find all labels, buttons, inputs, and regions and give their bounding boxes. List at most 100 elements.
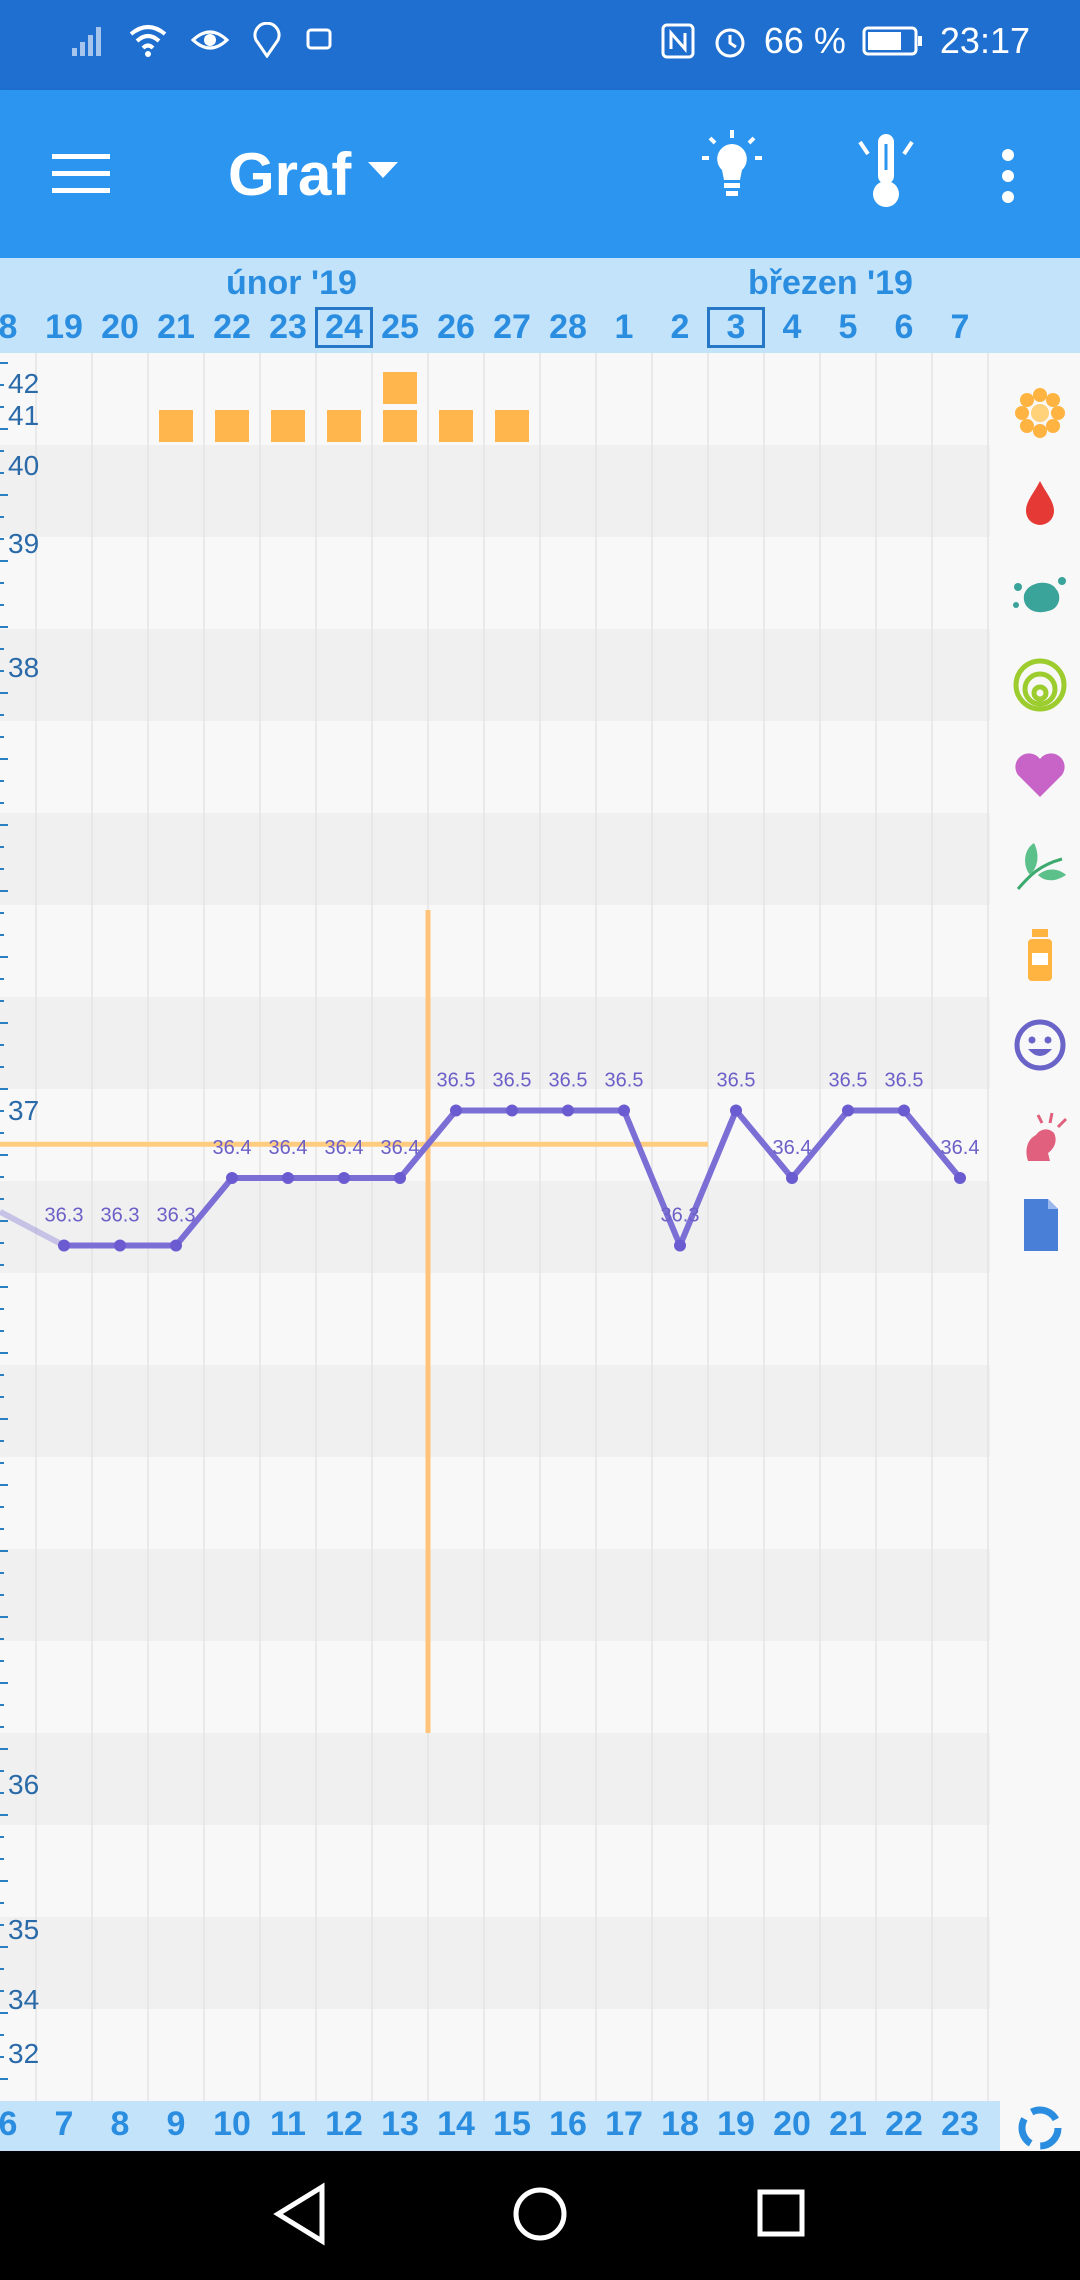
temperature-point[interactable] — [506, 1104, 518, 1117]
nfc-icon — [661, 23, 695, 59]
cycle-ring-icon[interactable] — [1010, 2098, 1070, 2158]
temperature-point[interactable] — [842, 1104, 854, 1117]
calendar-day-19[interactable]: 19 — [36, 308, 92, 347]
cycle-day-label: 7 — [54, 2105, 74, 2143]
temperature-value-label: 36.4 — [941, 1137, 980, 1159]
y-axis-label: 38 — [8, 652, 39, 683]
temperature-point[interactable] — [562, 1104, 574, 1117]
period-mark[interactable] — [439, 410, 473, 442]
temperature-chart[interactable]: 4241 40 39 38 37 36 35 34 32 36.3 36.3 36.3 36.4 36.4… — [0, 353, 1000, 2101]
cycle-day-label: 15 — [493, 2105, 531, 2143]
temperature-point[interactable] — [58, 1239, 70, 1252]
alarm-icon — [715, 28, 745, 58]
temperature-point[interactable] — [954, 1172, 966, 1184]
temperature-point[interactable] — [898, 1104, 910, 1117]
temperature-point[interactable] — [114, 1239, 126, 1252]
temperature-point[interactable] — [730, 1104, 742, 1117]
calendar-day-21[interactable]: 21 — [148, 308, 204, 347]
y-axis-label: 42 — [8, 368, 39, 399]
home-icon[interactable] — [510, 2181, 570, 2247]
calendar-day-25[interactable]: 25 — [372, 308, 428, 347]
temperature-value-label: 36.5 — [829, 1070, 868, 1092]
period-mark[interactable] — [215, 410, 249, 442]
cervix-icon[interactable] — [1010, 655, 1070, 715]
splash-icon[interactable] — [1010, 565, 1070, 625]
calendar-day-20[interactable]: 20 — [92, 308, 148, 347]
period-mark[interactable] — [383, 410, 417, 442]
period-mark[interactable] — [327, 410, 361, 442]
view-title[interactable]: Graf — [228, 140, 351, 209]
leaf-icon[interactable] — [1010, 835, 1070, 895]
y-axis-label: 39 — [8, 528, 39, 559]
cycle-day-label: 11 — [270, 2105, 306, 2143]
temperature-value-label: 36.5 — [885, 1070, 924, 1092]
cycle-day-label: 23 — [941, 2105, 979, 2143]
medication-bottle-icon[interactable] — [1010, 925, 1070, 985]
thermometer-icon[interactable] — [858, 130, 914, 210]
calendar-day-2[interactable]: 2 — [652, 308, 708, 347]
y-axis-label: 34 — [8, 1984, 39, 2015]
y-axis-label: 40 — [8, 450, 39, 481]
heart-icon[interactable] — [1010, 745, 1070, 805]
location-face-icon — [253, 22, 281, 58]
temperature-point[interactable] — [674, 1239, 686, 1252]
cycle-day-label: 12 — [325, 2105, 363, 2143]
y-axis-label: 41 — [8, 400, 39, 431]
calendar-day-1[interactable]: 1 — [596, 308, 652, 347]
hamburger-menu-icon[interactable] — [52, 150, 114, 198]
cycle-day-label: 13 — [381, 2105, 419, 2143]
calendar-day-4[interactable]: 4 — [764, 308, 820, 347]
temperature-value-label: 36.4 — [773, 1137, 812, 1159]
month-label-feb: únor '19 — [226, 264, 357, 302]
temperature-value-label: 36.5 — [549, 1070, 588, 1092]
lightbulb-icon[interactable] — [700, 128, 764, 204]
calendar-day-23[interactable]: 23 — [260, 308, 316, 347]
calendar-day-8[interactable]: 8 — [0, 308, 36, 347]
temperature-value-label: 36.4 — [213, 1137, 252, 1159]
period-mark[interactable] — [495, 410, 529, 442]
blood-drop-icon[interactable] — [1010, 473, 1070, 533]
pain-icon[interactable] — [1010, 1105, 1070, 1165]
calendar-day-24[interactable]: 24 — [315, 307, 373, 348]
period-mark[interactable] — [271, 410, 305, 442]
back-icon[interactable] — [270, 2181, 330, 2247]
date-header: únor '19 březen '19 8 19 20 21 22 23 24 25 26 27 2… — [0, 258, 1080, 353]
temperature-value-label: 36.5 — [493, 1070, 532, 1092]
temperature-point[interactable] — [786, 1172, 798, 1184]
status-bar: 66 % 23:17 — [0, 0, 1080, 90]
flower-icon[interactable] — [1010, 383, 1070, 443]
app-bar: Graf — [0, 90, 1080, 258]
period-mark[interactable] — [159, 410, 193, 442]
battery-percent: 66 % — [763, 20, 846, 61]
note-icon[interactable] — [1010, 1195, 1070, 1255]
period-mark-heavy[interactable] — [383, 372, 417, 404]
recents-icon[interactable] — [752, 2181, 812, 2247]
temperature-value-label: 36.4 — [381, 1137, 420, 1159]
temperature-value-label: 36.4 — [269, 1137, 308, 1159]
cycle-day-bar: 6 7 8 9 10 11 12 13 14 15 16 17 18 19 20 21 22 23 — [0, 2101, 1000, 2151]
y-axis-label: 36 — [8, 1769, 39, 1800]
calendar-day-5[interactable]: 5 — [820, 308, 876, 347]
view-dropdown-icon[interactable] — [368, 162, 398, 182]
temperature-point[interactable] — [450, 1104, 462, 1117]
more-options-icon[interactable] — [1000, 148, 1016, 204]
temperature-point[interactable] — [226, 1172, 238, 1184]
temperature-value-label: 36.3 — [157, 1205, 196, 1227]
cycle-day-label: 8 — [110, 2105, 130, 2143]
temperature-point[interactable] — [338, 1172, 350, 1184]
calendar-day-7[interactable]: 7 — [932, 308, 988, 347]
wifi-icon — [129, 25, 167, 57]
temperature-point[interactable] — [618, 1104, 630, 1117]
temperature-point[interactable] — [170, 1239, 182, 1252]
calendar-day-28[interactable]: 28 — [540, 308, 596, 347]
month-label-mar: březen '19 — [748, 264, 913, 302]
mood-smiley-icon[interactable] — [1010, 1015, 1070, 1075]
calendar-day-27[interactable]: 27 — [484, 308, 540, 347]
calendar-day-3[interactable]: 3 — [707, 307, 765, 348]
calendar-day-6[interactable]: 6 — [876, 308, 932, 347]
temperature-point[interactable] — [282, 1172, 294, 1184]
cycle-day-label: 18 — [661, 2105, 699, 2143]
calendar-day-22[interactable]: 22 — [204, 308, 260, 347]
calendar-day-26[interactable]: 26 — [428, 308, 484, 347]
temperature-point[interactable] — [394, 1172, 406, 1184]
